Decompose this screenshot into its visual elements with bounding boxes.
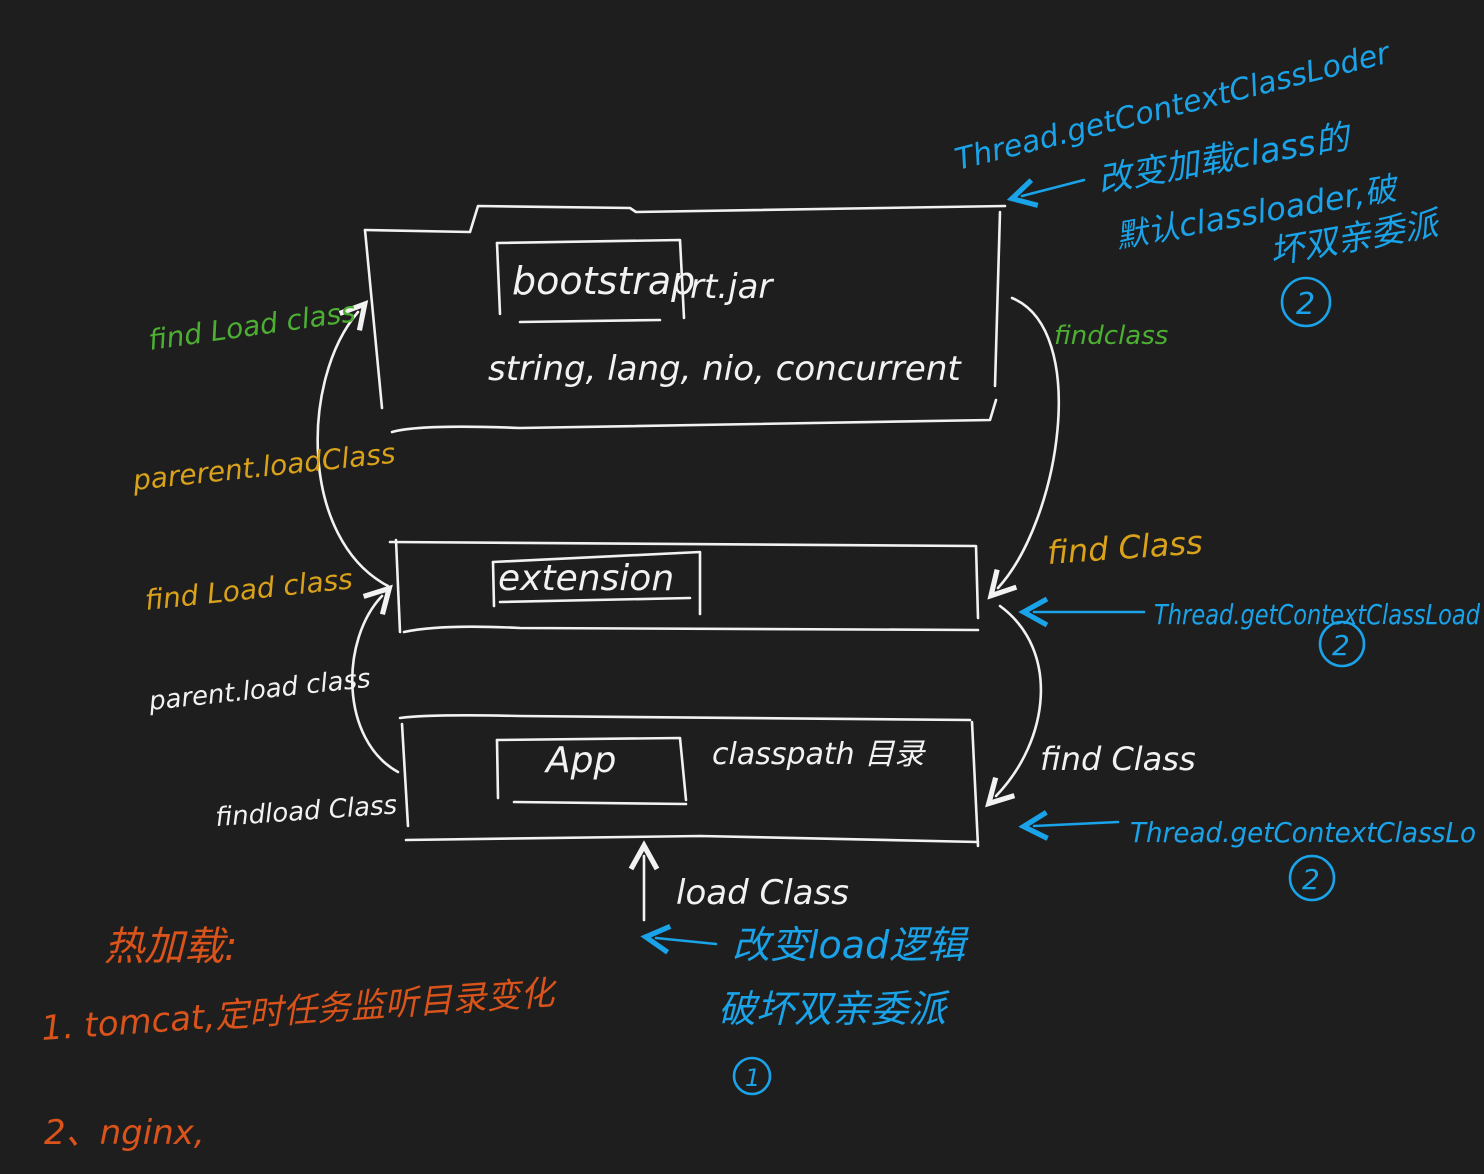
find-load-class-bottom-label: findload Class xyxy=(214,790,398,833)
hot-reload-notes: 热加载: 1. tomcat,定时任务监听目录变化 2、nginx, xyxy=(40,924,560,1153)
find-class-top-label: findclass xyxy=(1054,321,1168,351)
hot-reload-item1: 1. tomcat,定时任务监听目录变化 xyxy=(40,973,560,1049)
find-load-class-top-label: find Load class xyxy=(146,295,357,357)
thread-note-bottom-line: Thread.getContextClassLo xyxy=(1130,816,1476,849)
app-loader-box: App classpath 目录 xyxy=(398,714,980,848)
extension-label: extension xyxy=(498,558,674,599)
thread-context-note-top: Thread.getContextClassLoder 改变加载class的 默… xyxy=(951,35,1445,328)
rt-jar-label: rt.jar xyxy=(690,267,774,307)
load-class-label: load Class xyxy=(676,873,849,913)
thread-note-mid-marker: 2 xyxy=(1332,629,1350,662)
bootstrap-packages: string, lang, nio, concurrent xyxy=(488,349,962,389)
thread-note-top-marker: 2 xyxy=(1296,287,1315,322)
bootstrap-label: bootstrap xyxy=(512,259,695,303)
load-class-note-line1: 改变load逻辑 xyxy=(732,923,969,967)
hot-reload-item2: 2、nginx, xyxy=(44,1113,205,1153)
find-load-class-mid-label: find Load class xyxy=(143,562,354,617)
find-class-mid-label: find Class xyxy=(1046,523,1204,572)
parent-load-class-mid-label: parent.load class xyxy=(147,664,372,717)
load-class-note-line2: 破坏双亲委派 xyxy=(718,987,950,1031)
thread-note-bottom-marker: 2 xyxy=(1302,863,1320,896)
whiteboard-canvas: bootstrap rt.jar string, lang, nio, conc… xyxy=(40,35,1480,1153)
thread-context-note-bottom: Thread.getContextClassLo 2 xyxy=(1034,816,1476,902)
app-label: App xyxy=(544,740,616,781)
parent-load-class-top-label: parerent.loadClass xyxy=(130,437,397,497)
hot-reload-title: 热加载: xyxy=(104,924,237,970)
left-delegation-arrows xyxy=(316,312,400,774)
thread-note-mid-line: Thread.getContextClassLoad xyxy=(1154,598,1480,631)
load-class-entry: load Class 改变load逻辑 破坏双亲委派 1 xyxy=(644,856,969,1096)
bootstrap-loader-box: bootstrap rt.jar string, lang, nio, conc… xyxy=(363,204,1007,434)
classpath-dir-label: classpath 目录 xyxy=(712,737,926,772)
find-class-bottom-label: find Class xyxy=(1040,740,1196,778)
load-class-marker: 1 xyxy=(745,1064,760,1092)
extension-loader-box: extension xyxy=(388,538,980,634)
thread-context-note-mid: Thread.getContextClassLoad 2 xyxy=(1034,598,1480,668)
